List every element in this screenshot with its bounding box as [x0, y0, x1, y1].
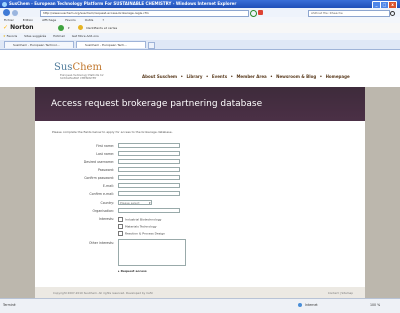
first-name-field[interactable]: [118, 143, 180, 148]
nav-library[interactable]: Library: [186, 74, 202, 79]
nav-separator: •: [270, 74, 273, 79]
fav-get-addons[interactable]: Get More Add-ons: [72, 34, 99, 38]
footer-links[interactable]: Contact | Sitemap: [328, 291, 353, 295]
norton-identity-label[interactable]: Identifiants et cartes: [86, 26, 117, 30]
nav-member-area[interactable]: Member Area: [236, 74, 266, 79]
ie-icon: [2, 1, 7, 7]
nav-newsroom[interactable]: Newsroom & Blog: [276, 74, 316, 79]
globe-icon: [298, 303, 302, 307]
url-input[interactable]: http://www.suschem.org/suschem/request-a…: [40, 10, 249, 17]
favorites-star-icon[interactable]: ★: [3, 33, 6, 40]
page-banner: Access request brokerage partnering data…: [35, 87, 365, 121]
confirm-password-label: Confirm password:: [84, 176, 114, 180]
window-title: SusChem - European Technology Platform F…: [9, 1, 237, 6]
site-nav: About Suschem • Library • Events • Membe…: [142, 74, 352, 79]
password-label: Password:: [98, 168, 114, 172]
status-bar: Terminé Internet 100 %: [0, 298, 400, 313]
menu-tools[interactable]: Outils: [85, 18, 94, 22]
country-label: Country:: [100, 201, 114, 205]
organisation-label: Organisation:: [92, 209, 114, 213]
first-name-label: First name:: [96, 144, 114, 148]
nav-homepage[interactable]: Homepage: [326, 74, 350, 79]
tab-suschem-2[interactable]: SusChem - European Tech...: [76, 41, 146, 48]
fav-suggested-sites[interactable]: Sites suggérés: [24, 34, 46, 38]
favorites-bar: ★ Favoris Sites suggérés Hotmail Get Mor…: [0, 33, 400, 40]
search-input[interactable]: ASP.net file: Rheache: [308, 10, 390, 17]
page-title: Access request brokerage partnering data…: [51, 99, 263, 109]
page-footer: Copyright 2007-2010 SusChem. All rights …: [35, 287, 365, 298]
new-tab-icon[interactable]: [148, 42, 155, 49]
country-select[interactable]: Please select ▾: [118, 200, 152, 205]
organisation-field[interactable]: [118, 208, 180, 213]
left-margin: [0, 87, 35, 298]
other-interests-textarea[interactable]: [118, 239, 186, 266]
interest-biotech-label: Industrial Biotechnology: [125, 217, 162, 222]
norton-shield-icon[interactable]: [58, 25, 64, 31]
menu-help[interactable]: ?: [102, 18, 104, 22]
forward-icon[interactable]: [12, 9, 18, 16]
menu-file[interactable]: Fichier: [4, 18, 14, 22]
username-label: Desired username:: [83, 160, 114, 164]
norton-menu-icon[interactable]: ▾: [68, 26, 70, 30]
menu-view[interactable]: Affichage: [42, 18, 56, 22]
last-name-field[interactable]: [118, 151, 180, 156]
request-access-button[interactable]: ▸ Request access: [118, 269, 147, 273]
interest-reaction-checkbox[interactable]: [118, 231, 123, 236]
nav-separator: •: [230, 74, 234, 79]
tab-bar: SusChem - European Technol... SusChem - …: [0, 40, 400, 50]
refresh-icon[interactable]: [250, 10, 257, 17]
interest-materials-row[interactable]: Materials Technology: [118, 224, 157, 229]
nav-separator: •: [205, 74, 209, 79]
status-text: Terminé: [3, 303, 16, 307]
chevron-down-icon: ▾: [148, 201, 151, 205]
interest-biotech-row[interactable]: Industrial Biotechnology: [118, 217, 161, 222]
arrow-right-icon: ▸: [118, 269, 120, 273]
nav-separator: •: [180, 74, 184, 79]
other-interests-label: Other interests:: [88, 241, 114, 245]
zoom-level[interactable]: 100 %: [370, 303, 380, 307]
interest-reaction-label: Reaction & Process Design: [125, 231, 165, 236]
interest-materials-checkbox[interactable]: [118, 224, 123, 229]
norton-logo: ✓ Norton: [3, 24, 34, 31]
confirm-email-label: Confirm e-mail:: [89, 192, 114, 196]
footer-copyright: Copyright 2007-2010 SusChem. All rights …: [53, 291, 154, 295]
nav-events[interactable]: Events: [212, 74, 227, 79]
right-margin: [365, 87, 400, 298]
nav-about[interactable]: About Suschem: [142, 74, 177, 79]
confirm-email-field[interactable]: [118, 191, 180, 196]
email-label: E-mail:: [102, 184, 114, 188]
confirm-password-field[interactable]: [118, 175, 180, 180]
window-title-bar: SusChem - European Technology Platform F…: [0, 0, 400, 9]
security-zone: Internet: [305, 303, 318, 307]
menu-favorites[interactable]: Favoris: [65, 18, 76, 22]
last-name-label: Last name:: [96, 152, 114, 156]
password-field[interactable]: [118, 167, 180, 172]
search-icon[interactable]: [390, 10, 395, 16]
suschem-logo[interactable]: SusChem European Technology Platform for…: [54, 62, 104, 80]
nav-separator: •: [319, 74, 323, 79]
interest-biotech-checkbox[interactable]: [118, 217, 123, 222]
favorites-label[interactable]: Favoris: [7, 34, 18, 38]
interests-label: Interests:: [98, 217, 114, 221]
menu-edit[interactable]: Edition: [23, 18, 33, 22]
interest-reaction-row[interactable]: Reaction & Process Design: [118, 231, 165, 236]
interest-materials-label: Materials Technology: [125, 224, 157, 229]
tab-suschem-1[interactable]: SusChem - European Technol...: [4, 41, 74, 48]
back-icon[interactable]: [3, 9, 10, 16]
page-content: SusChem European Technology Platform for…: [0, 50, 400, 298]
fav-hotmail[interactable]: Hotmail: [53, 34, 65, 38]
email-field[interactable]: [118, 183, 180, 188]
stop-icon[interactable]: [258, 10, 263, 15]
username-field[interactable]: [118, 159, 180, 164]
identity-cards-icon[interactable]: [78, 25, 83, 30]
logo-tagline: European Technology Platform for SUSTAIN…: [60, 74, 104, 80]
form-intro: Please complete the fields below to appl…: [52, 130, 173, 134]
